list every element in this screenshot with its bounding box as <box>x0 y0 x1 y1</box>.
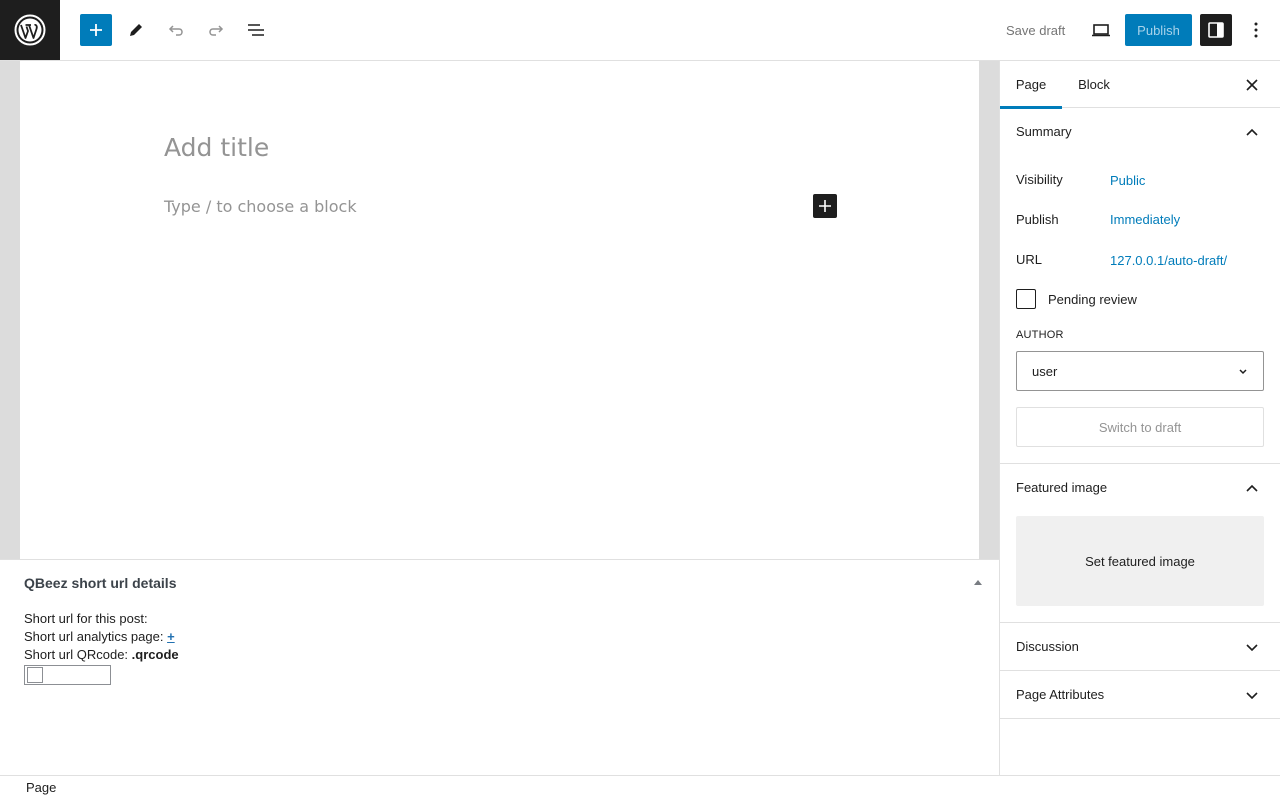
wordpress-logo-icon <box>14 14 46 46</box>
document-overview-button[interactable] <box>240 14 272 46</box>
analytics-label: Short url analytics page: <box>24 629 168 644</box>
block-appender-placeholder[interactable]: Type / to choose a block <box>164 197 357 216</box>
chevron-up-icon <box>1246 484 1258 492</box>
qrcode-line: Short url QRcode: .qrcode <box>24 647 179 662</box>
url-label: URL <box>1016 252 1043 267</box>
author-select[interactable]: user <box>1016 351 1264 391</box>
discussion-title: Discussion <box>1016 639 1079 654</box>
discussion-panel-header[interactable]: Discussion <box>1000 623 1280 670</box>
author-value: user <box>1032 364 1058 379</box>
settings-sidebar: Page Block Summary Visibility Public Pub… <box>999 61 1280 775</box>
page-attributes-panel-header[interactable]: Page Attributes <box>1000 671 1280 718</box>
short-url-checkbox[interactable] <box>27 667 43 683</box>
featured-image-toggle[interactable] <box>1240 476 1264 500</box>
summary-toggle[interactable] <box>1240 120 1264 144</box>
chevron-down-icon <box>1239 369 1247 375</box>
qrcode-value: .qrcode <box>131 647 179 662</box>
sidebar-tabs: Page Block <box>1000 61 1280 109</box>
plus-icon <box>819 200 831 212</box>
summary-panel-header[interactable]: Summary <box>1000 108 1280 155</box>
page-attributes-toggle[interactable] <box>1240 683 1264 707</box>
panel-divider <box>1000 718 1280 719</box>
tools-button[interactable] <box>120 14 152 46</box>
add-block-button[interactable] <box>80 14 112 46</box>
wordpress-logo-button[interactable] <box>0 0 60 60</box>
qbeez-metabox: QBeez short url details Short url for th… <box>0 559 999 775</box>
inline-add-block-button[interactable] <box>813 194 837 218</box>
page-attributes-title: Page Attributes <box>1016 687 1105 702</box>
publish-date-value[interactable]: Immediately <box>1110 212 1180 227</box>
short-url-line: Short url for this post: <box>24 611 148 626</box>
tab-block[interactable]: Block <box>1062 61 1126 108</box>
featured-image-title: Featured image <box>1016 480 1108 495</box>
metabox-title: QBeez short url details <box>24 575 177 591</box>
editor-footer: Page <box>0 775 1280 800</box>
undo-button[interactable] <box>160 14 192 46</box>
sidebar-panel-icon <box>1208 22 1224 38</box>
pending-review-checkbox[interactable] <box>1016 289 1036 309</box>
kebab-menu-icon <box>1254 22 1258 38</box>
chevron-down-icon <box>1246 692 1258 699</box>
redo-button[interactable] <box>200 14 232 46</box>
redo-icon <box>209 25 224 36</box>
analytics-line: Short url analytics page: + <box>24 629 175 644</box>
plus-icon <box>90 24 102 36</box>
settings-toggle-button[interactable] <box>1200 14 1232 46</box>
discussion-toggle[interactable] <box>1240 635 1264 659</box>
publish-button[interactable]: Publish <box>1125 14 1192 46</box>
breadcrumb[interactable]: Page <box>26 780 56 795</box>
visibility-label: Visibility <box>1016 172 1063 187</box>
list-view-icon <box>248 24 264 36</box>
tab-page[interactable]: Page <box>1000 61 1062 109</box>
short-url-field[interactable] <box>24 665 111 685</box>
publish-label: Publish <box>1016 212 1059 227</box>
featured-image-panel-header[interactable]: Featured image <box>1000 464 1280 511</box>
summary-title: Summary <box>1016 124 1072 139</box>
analytics-link[interactable]: + <box>167 629 175 644</box>
editor-header: Save draft Publish <box>0 0 1280 61</box>
pending-review-label[interactable]: Pending review <box>1048 292 1137 307</box>
save-draft-button[interactable]: Save draft <box>996 14 1075 46</box>
set-featured-image-button[interactable]: Set featured image <box>1016 516 1264 606</box>
visibility-value[interactable]: Public <box>1110 173 1145 188</box>
pencil-icon <box>130 24 142 36</box>
chevron-down-icon <box>1246 644 1258 651</box>
editor-canvas-area: Add title Type / to choose a block <box>0 61 999 559</box>
preview-button[interactable] <box>1085 14 1117 46</box>
undo-icon <box>168 25 183 36</box>
close-icon <box>1246 79 1258 91</box>
desktop-preview-icon <box>1092 24 1110 37</box>
qrcode-label: Short url QRcode: <box>24 647 132 662</box>
post-title-input[interactable]: Add title <box>164 133 269 162</box>
close-settings-button[interactable] <box>1240 73 1264 97</box>
chevron-up-icon <box>1246 128 1258 136</box>
options-button[interactable] <box>1240 14 1272 46</box>
author-label: AUTHOR <box>1016 329 1064 341</box>
switch-to-draft-button[interactable]: Switch to draft <box>1016 407 1264 447</box>
editor-canvas: Add title Type / to choose a block <box>20 61 979 559</box>
metabox-toggle-button[interactable] <box>970 574 986 590</box>
url-value[interactable]: 127.0.0.1/auto-draft/ <box>1110 253 1227 268</box>
caret-up-icon <box>974 580 982 585</box>
